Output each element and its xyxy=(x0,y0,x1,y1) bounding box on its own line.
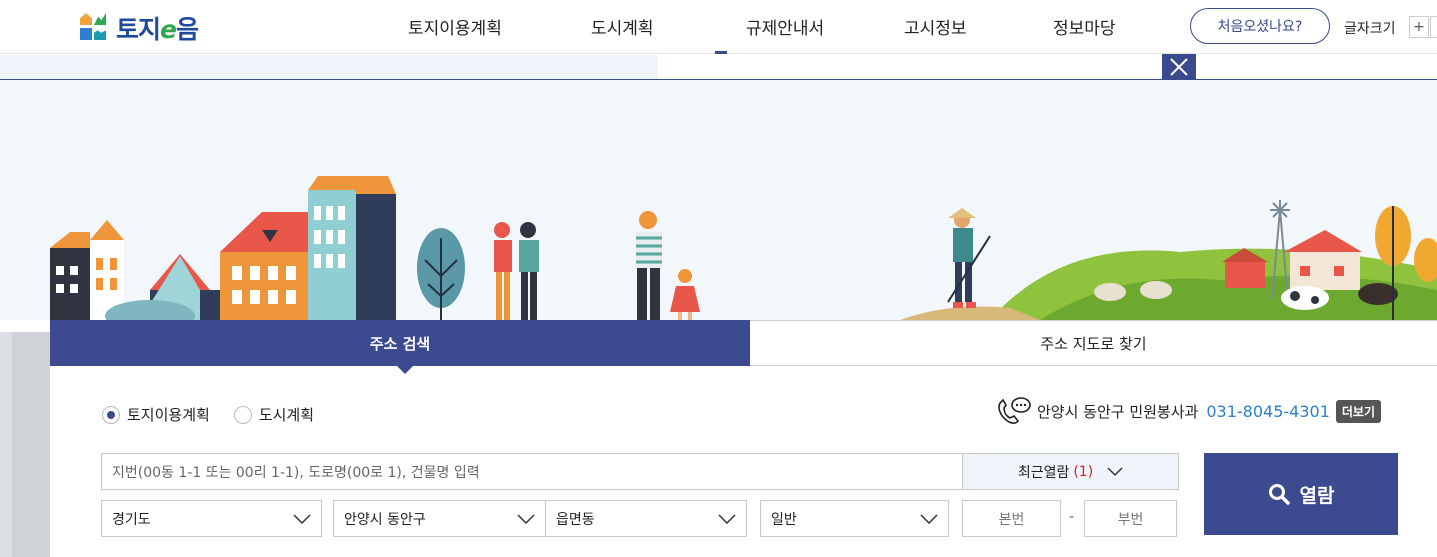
select-dong[interactable]: 읍면동 xyxy=(545,500,747,537)
nav-city-plan[interactable]: 도시계획 xyxy=(591,14,654,54)
notice-strip xyxy=(0,55,658,79)
address-search-input[interactable]: 지번(00동 1-1 또는 00리 1-1), 도로명(00로 1), 건물명 … xyxy=(101,453,963,490)
phone-chat-icon xyxy=(998,397,1031,424)
main-number-input[interactable]: 본번 xyxy=(962,500,1061,537)
chevron-down-icon xyxy=(1107,466,1123,476)
radio-label: 도시계획 xyxy=(258,406,315,424)
select-land-type-value: 일반 xyxy=(771,511,797,528)
sub-number-input[interactable]: 부번 xyxy=(1084,500,1177,537)
search-panel: 주소 검색 주소 지도로 찾기 토지이용계획 도시계획 안양시 동안구 민원봉사… xyxy=(50,320,1437,557)
people-icon xyxy=(494,211,700,320)
plan-type-radio-group: 토지이용계획 도시계획 xyxy=(102,404,338,425)
radio-checked-icon xyxy=(102,405,120,424)
close-notice-button[interactable] xyxy=(1162,54,1196,80)
chevron-down-icon xyxy=(293,513,311,524)
font-size-label: 글자크기 xyxy=(1344,21,1396,37)
tab-map-search[interactable]: 주소 지도로 찾기 xyxy=(750,320,1437,366)
recent-view-dropdown[interactable]: 최근열람 (1) xyxy=(962,453,1179,490)
select-province-value: 경기도 xyxy=(112,511,151,528)
select-land-type[interactable]: 일반 xyxy=(760,500,949,537)
radio-land-use-plan[interactable]: 토지이용계획 xyxy=(102,404,210,425)
tab-address-search[interactable]: 주소 검색 xyxy=(50,320,750,374)
nav-info-plaza[interactable]: 정보마당 xyxy=(1053,14,1116,54)
number-separator: - xyxy=(1069,509,1075,525)
chevron-down-icon xyxy=(517,513,535,524)
select-dong-value: 읍면동 xyxy=(556,511,595,528)
radio-city-plan[interactable]: 도시계획 xyxy=(233,404,315,425)
chevron-down-icon xyxy=(920,513,938,524)
search-icon xyxy=(1268,484,1290,505)
chevron-down-icon xyxy=(718,513,736,524)
more-button[interactable]: 더보기 xyxy=(1335,399,1381,423)
open-view-label: 열람 xyxy=(1299,484,1335,507)
select-city[interactable]: 안양시 동안구 xyxy=(333,500,546,537)
farm-scene-icon xyxy=(900,200,1437,320)
contact-info: 안양시 동안구 민원봉사과 031-8045-4301 더보기 xyxy=(995,396,1381,426)
side-decoration-inner xyxy=(12,332,50,557)
contact-office: 안양시 동안구 민원봉사과 xyxy=(1037,402,1199,421)
font-increase-button[interactable]: + xyxy=(1409,16,1429,38)
radio-label: 토지이용계획 xyxy=(127,406,210,424)
recent-count: (1) xyxy=(1073,463,1094,480)
select-city-value: 안양시 동안구 xyxy=(344,511,426,528)
close-icon xyxy=(1170,58,1188,76)
radio-unchecked-icon xyxy=(233,405,252,424)
recent-label: 최근열람 xyxy=(1017,464,1070,481)
tree-icon xyxy=(417,228,465,320)
nav-regulation-guide[interactable]: 규제안내서 xyxy=(714,14,824,54)
hero-banner xyxy=(0,80,1437,320)
contact-phone[interactable]: 031-8045-4301 xyxy=(1206,402,1330,421)
open-view-button[interactable]: 열람 xyxy=(1204,453,1398,535)
site-header: 토지e음 토지이용계획 도시계획 규제안내서 고시정보 정보마당 처음오셨나요?… xyxy=(0,0,1437,54)
nav-notice-info[interactable]: 고시정보 xyxy=(904,14,967,54)
city-buildings-icon xyxy=(50,176,396,320)
select-province[interactable]: 경기도 xyxy=(101,500,322,537)
city-country-illustration xyxy=(50,176,1437,320)
font-decrease-button[interactable] xyxy=(1430,16,1437,38)
nav-land-use-plan[interactable]: 토지이용계획 xyxy=(408,14,502,54)
first-visit-button[interactable]: 처음오셨나요? xyxy=(1190,8,1330,44)
